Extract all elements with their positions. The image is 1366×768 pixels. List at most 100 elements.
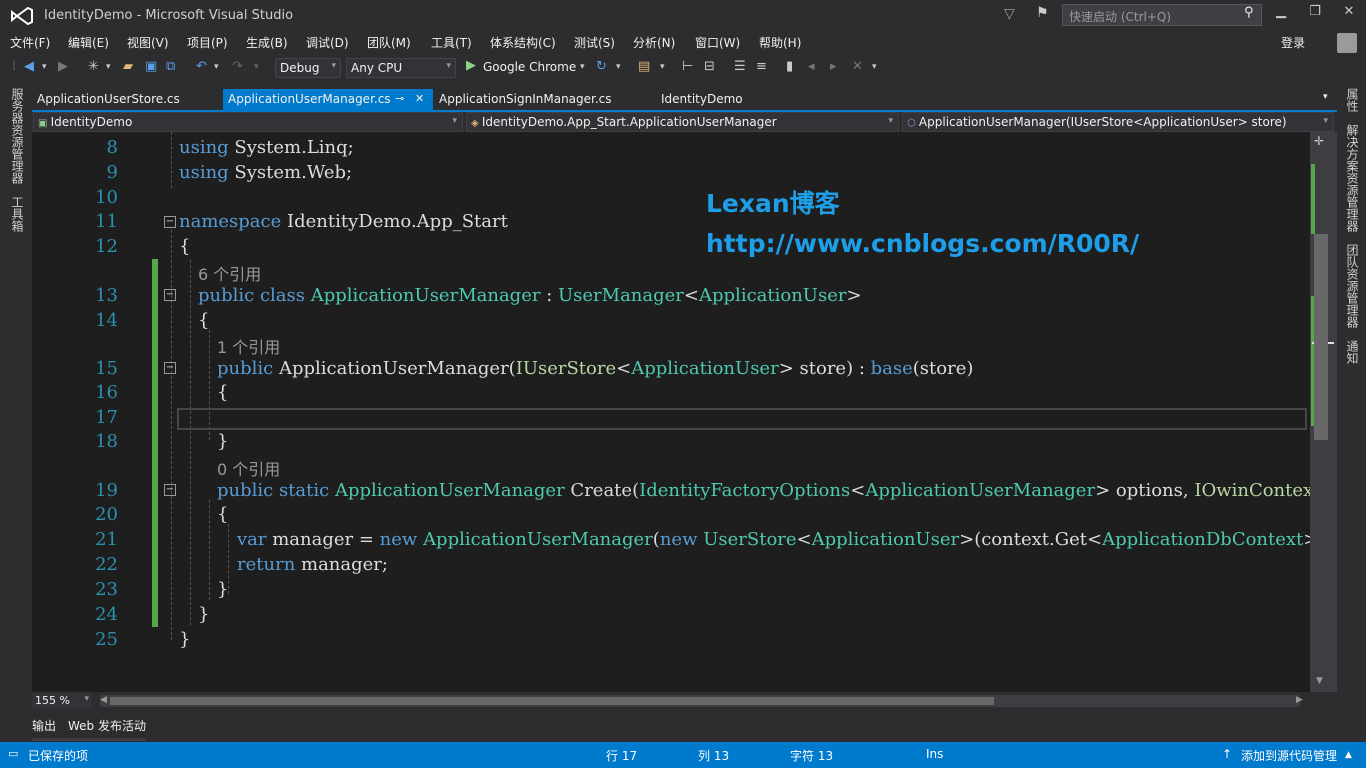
menu-project[interactable]: 项目(P) [187,34,228,51]
new-project-icon[interactable]: ✳ [88,59,99,74]
chevron-down-icon: ▾ [446,61,451,71]
chevron-down-icon: ▾ [84,694,89,704]
uncomment-icon[interactable]: ≡ [756,59,767,74]
tab-web-publish-activity[interactable]: Web 发布活动 [68,717,146,734]
menu-view[interactable]: 视图(V) [127,34,169,51]
notification-icon[interactable]: ⚑ [1036,5,1049,21]
solution-explorer-tab[interactable]: 解决方案资源管理器 [1344,124,1361,232]
pin-icon[interactable]: ⊸ [395,92,404,105]
tab-applicationsigninmanager[interactable]: ApplicationSignInManager.cs [434,89,617,110]
collapse-icon[interactable]: − [164,289,176,301]
browser-link-icon[interactable]: ▤ [638,59,650,74]
scroll-left-icon[interactable]: ◀ [100,695,107,705]
save-all-icon[interactable]: ⧉ [166,59,175,74]
feedback-filter-icon[interactable]: ▽ [1004,6,1015,22]
indent-guide [190,260,191,625]
start-debugging-icon[interactable]: ▶ [466,58,476,73]
menu-architecture[interactable]: 体系结构(C) [490,34,556,51]
properties-tab[interactable]: 属性 [1344,88,1361,112]
status-char: 字符 13 [790,749,834,763]
menu-file[interactable]: 文件(F) [10,34,50,51]
platform-select[interactable]: Any CPU ▾ [346,58,456,78]
code-text: Create( [564,480,640,501]
chevron-down-icon: ▾ [331,61,336,71]
status-row: 行 17 [606,749,638,763]
reference-count[interactable]: 0 个引用 [217,456,280,480]
save-icon[interactable]: ▣ [145,59,157,74]
search-icon[interactable]: ⚲ [1244,5,1254,20]
menu-test[interactable]: 测试(S) [574,34,615,51]
layout-icon[interactable]: ⊟ [704,59,715,74]
horizontal-scroll-thumb[interactable] [110,697,994,705]
refresh-dropdown-icon[interactable]: ▾ [616,62,621,72]
menu-analyze[interactable]: 分析(N) [633,34,675,51]
class-dropdown[interactable]: ◈ IdentityDemo.App_Start.ApplicationUser… [466,112,899,132]
undo-dropdown-icon[interactable]: ▾ [214,62,219,72]
account-avatar[interactable] [1337,33,1357,53]
tab-applicationusermanager[interactable]: ApplicationUserManager.cs ⊸ ✕ [223,89,433,110]
menu-edit[interactable]: 编辑(E) [68,34,109,51]
team-explorer-tab[interactable]: 团队资源管理器 [1344,244,1361,328]
collapse-icon[interactable]: − [164,216,176,228]
code-text: > options, [1095,480,1195,501]
close-icon[interactable]: ✕ [415,92,424,105]
server-explorer-tab[interactable]: 服务器资源管理器 [9,88,26,184]
keyword: public [217,480,274,501]
toolbar-overflow-icon[interactable]: ▾ [872,62,877,72]
code-text: ApplicationUserManager( [273,358,516,379]
scroll-right-icon[interactable]: ▶ [1296,695,1303,705]
code-line-13: public class ApplicationUserManager : Us… [198,285,862,306]
refresh-icon[interactable]: ↻ [596,59,607,74]
zoom-select[interactable]: 155 % ▾ [32,693,92,709]
menu-build[interactable]: 生成(B) [246,34,288,51]
close-button[interactable]: ✕ [1336,4,1362,26]
line-number: 19 [95,480,118,501]
restore-button[interactable]: ❐ [1302,4,1328,26]
collapse-icon[interactable]: − [164,484,176,496]
menu-team[interactable]: 团队(M) [367,34,411,51]
solution-config-select[interactable]: Debug ▾ [275,58,341,78]
new-dropdown-icon[interactable]: ▾ [106,62,111,72]
notifications-tab[interactable]: 通知 [1344,340,1361,364]
browser-link-dropdown-icon[interactable]: ▾ [660,62,665,72]
tab-applicationuserstore[interactable]: ApplicationUserStore.cs [32,89,185,110]
scroll-down-icon[interactable]: ▼ [1316,676,1323,686]
reference-count[interactable]: 1 个引用 [217,334,280,358]
run-target-dropdown-icon[interactable]: ▾ [580,62,585,72]
redo-icon[interactable]: ↷ [232,59,243,74]
vertical-scroll-thumb[interactable] [1314,234,1328,440]
project-dropdown[interactable]: ▣ IdentityDemo ▾ [33,112,463,132]
hierarchy-icon[interactable]: ⊢ [682,59,693,74]
quick-launch-input[interactable]: 快速启动 (Ctrl+Q) [1062,4,1262,26]
member-dropdown[interactable]: ⬡ ApplicationUserManager(IUserStore<Appl… [902,112,1334,132]
reference-count[interactable]: 6 个引用 [198,261,261,285]
toolbox-tab[interactable]: 工具箱 [9,196,26,232]
line-number: 8 [106,137,118,158]
source-control-chevron-icon[interactable]: ▲ [1345,750,1352,760]
comment-icon[interactable]: ☰ [734,59,746,74]
menu-help[interactable]: 帮助(H) [759,34,801,51]
run-target-button[interactable]: Google Chrome [483,60,576,74]
clear-bookmarks-icon[interactable]: ✕ [852,59,863,74]
prev-bookmark-icon[interactable]: ◂ [808,59,815,74]
collapse-icon[interactable]: − [164,362,176,374]
back-dropdown-icon[interactable]: ▾ [42,62,47,72]
open-file-icon[interactable]: ▰ [123,59,133,74]
tab-identitydemo[interactable]: IdentityDemo [656,89,748,110]
next-bookmark-icon[interactable]: ▸ [830,59,837,74]
split-icon[interactable]: ✛ [1314,134,1324,148]
undo-icon[interactable]: ↶ [196,59,207,74]
menu-window[interactable]: 窗口(W) [695,34,740,51]
bookmark-icon[interactable]: ▮ [786,59,793,74]
login-link[interactable]: 登录 [1281,34,1305,51]
add-to-source-control-button[interactable]: 添加到源代码管理 [1241,747,1337,764]
menu-debug[interactable]: 调试(D) [306,34,349,51]
forward-icon[interactable]: ▶ [58,59,68,74]
minimize-button[interactable]: ▁ [1268,4,1294,26]
menu-tools[interactable]: 工具(T) [431,34,472,51]
back-icon[interactable]: ◀ [24,59,34,74]
code-editor[interactable]: − − − − 8 9 10 11 12 13 14 15 16 17 18 1… [32,132,1310,692]
tab-overflow-icon[interactable]: ▾ [1318,89,1333,110]
tab-output[interactable]: 输出 [32,717,56,734]
redo-dropdown-icon[interactable]: ▾ [254,62,259,72]
